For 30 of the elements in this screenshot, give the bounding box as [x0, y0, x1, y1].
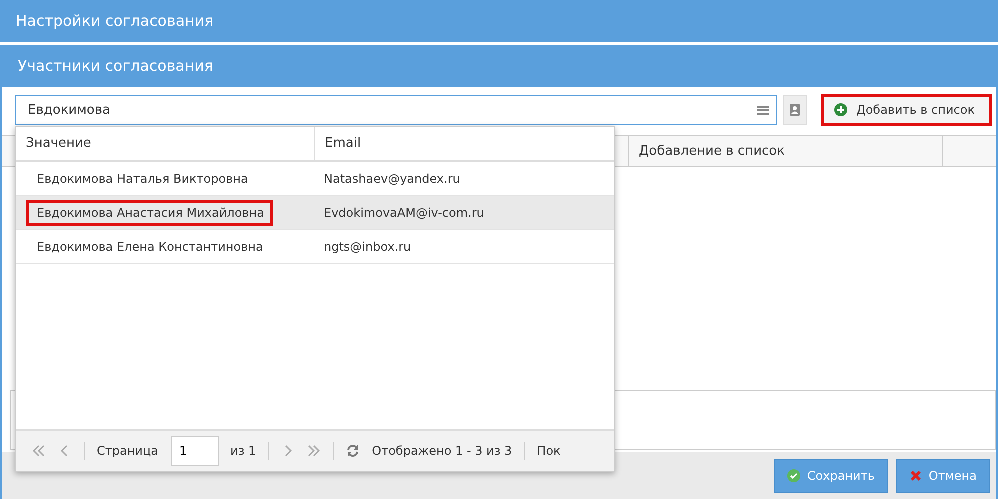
email-cell-text: Natashaev@yandex.ru [323, 172, 460, 186]
column-header[interactable]: Добавление в список [628, 136, 943, 166]
first-page-icon[interactable] [32, 444, 46, 458]
result-row[interactable]: Евдокимова Анастасия Михайловна EvdokimovaAM@iv-com.ru [16, 196, 614, 230]
search-box[interactable]: Евдокимова [15, 95, 778, 125]
page-label: Страница [97, 444, 159, 458]
search-field[interactable]: Евдокимова [26, 102, 756, 118]
plus-circle-icon [834, 103, 848, 117]
column-header[interactable]: Значение [16, 127, 315, 160]
menu-icon[interactable] [756, 103, 770, 117]
email-cell-text: EvdokimovaAM@iv-com.ru [323, 206, 484, 220]
column-header[interactable]: Email [315, 127, 362, 160]
page-count: из 1 [230, 444, 256, 458]
refresh-icon[interactable] [346, 444, 360, 458]
contact-card-icon [788, 103, 802, 117]
contact-card-button[interactable] [783, 95, 808, 125]
check-circle-icon [787, 468, 802, 482]
email-cell-text: ngts@inbox.ru [323, 240, 412, 254]
close-icon [908, 468, 923, 482]
name-cell-text: Евдокимова Наталья Викторовна [36, 170, 250, 188]
display-summary: Отображено 1 - 3 из 3 [372, 444, 512, 458]
section-title: Участники согласования [0, 45, 998, 87]
page-field[interactable]: 1 [170, 436, 219, 466]
add-to-list-button[interactable]: Добавить в список [821, 94, 992, 126]
window-title: Настройки согласования [0, 0, 998, 45]
pager-text: Пок [537, 444, 561, 458]
last-page-icon[interactable] [307, 444, 322, 458]
name-cell: Евдокимова Анастасия Михайловна [26, 200, 274, 226]
name-cell-text: Евдокимова Елена Константиновна [36, 238, 264, 256]
result-row[interactable]: Евдокимова Елена Константиновна ngts@inbox.ru [16, 230, 614, 264]
